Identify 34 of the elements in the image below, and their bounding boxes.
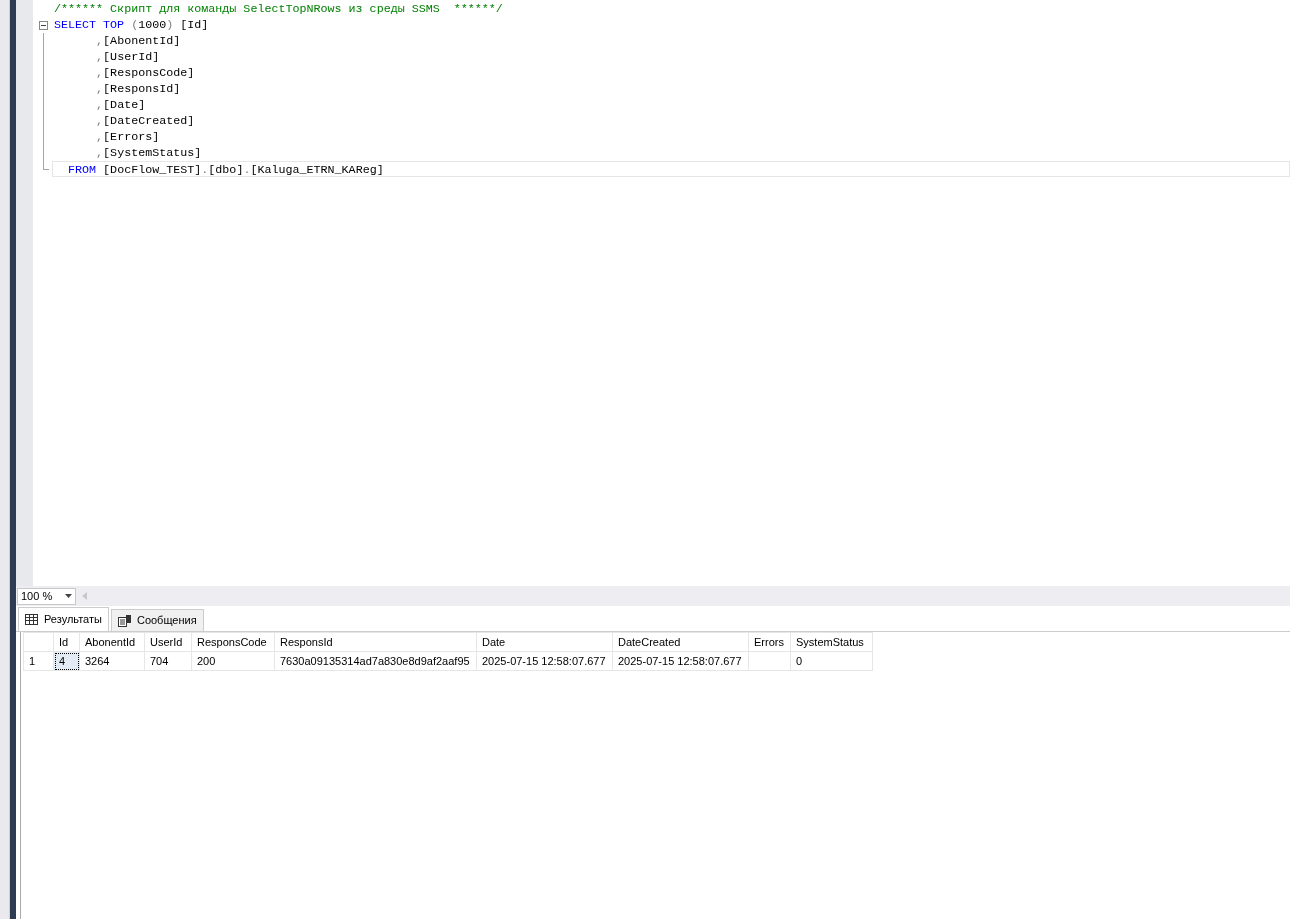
- table-cell: 7630a09135314ad7a830e8d9af2aaf95: [274, 651, 477, 671]
- table-cell: 200: [191, 651, 275, 671]
- code-line: ,[UserId]: [95, 49, 161, 65]
- column-header[interactable]: Errors: [748, 632, 791, 652]
- table-cell: 2025-07-15 12:58:07.677: [476, 651, 613, 671]
- code-line: SELECT TOP (1000) [Id]: [54, 17, 210, 33]
- column-header[interactable]: UserId: [144, 632, 192, 652]
- table-cell: 3264: [79, 651, 145, 671]
- code-line: ,[ResponsId]: [95, 81, 182, 97]
- code-line: ,[Date]: [95, 97, 147, 113]
- results-tab[interactable]: Сообщения: [110, 609, 204, 631]
- code-line: ,[DateCreated]: [95, 113, 196, 129]
- code-line: ,[SystemStatus]: [95, 145, 203, 161]
- results-tab[interactable]: Результаты: [18, 607, 109, 631]
- table-icon: [25, 614, 38, 625]
- row-number[interactable]: 1: [23, 651, 54, 671]
- table-cell: 704: [144, 651, 192, 671]
- column-header[interactable]: DateCreated: [612, 632, 749, 652]
- collapse-icon[interactable]: [39, 21, 48, 30]
- document-icon: [117, 614, 131, 627]
- column-header[interactable]: Id: [53, 632, 80, 652]
- code-line: ,[AbonentId]: [95, 33, 182, 49]
- code-line: ,[ResponsCode]: [95, 65, 196, 81]
- code-line: ,[Errors]: [95, 129, 161, 145]
- caret-icon: [65, 594, 72, 598]
- column-header[interactable]: SystemStatus: [790, 632, 873, 652]
- column-header[interactable]: ResponsCode: [191, 632, 275, 652]
- column-header[interactable]: ResponsId: [274, 632, 477, 652]
- table-cell: 2025-07-15 12:58:07.677: [612, 651, 749, 671]
- code-line: /****** Скрипт для команды SelectTopNRows из среды SSMS ******/: [54, 1, 504, 17]
- zoom-dropdown[interactable]: 100 %: [17, 587, 76, 605]
- table-cell: 0: [790, 651, 873, 671]
- column-header[interactable]: AbonentId: [79, 632, 145, 652]
- column-header[interactable]: Date: [476, 632, 613, 652]
